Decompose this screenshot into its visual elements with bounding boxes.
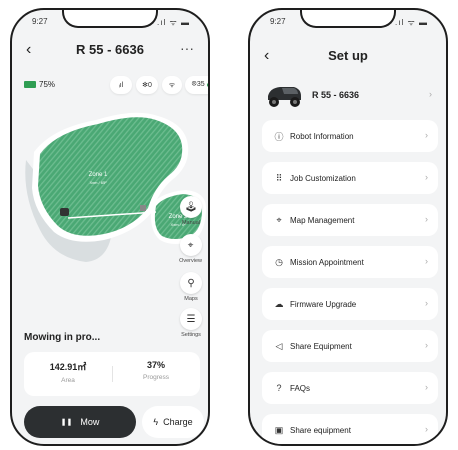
- satellite-icon: ꕕ35: [191, 81, 205, 88]
- wifi-chip[interactable]: ᯤ: [162, 76, 182, 94]
- battery-indicator: 75%: [24, 80, 55, 89]
- bluetooth-icon: ✻0: [142, 82, 152, 89]
- back-icon[interactable]: ‹: [26, 40, 31, 60]
- header: Set up ‹: [264, 46, 432, 68]
- crosshair-icon: ⌖: [179, 234, 202, 256]
- clock-icon: ◷: [275, 256, 283, 267]
- chevron-right-icon: ›: [425, 214, 428, 224]
- page-title: Set up: [328, 48, 368, 63]
- header: R 55 - 6636 ‹ ···: [26, 40, 194, 62]
- menu-label: Robot Information: [290, 131, 354, 141]
- cellular-signal-icon: ᵢıl: [118, 81, 124, 89]
- sliders-icon: ☰: [180, 308, 202, 330]
- chevron-right-icon: ›: [425, 382, 428, 392]
- battery-icon: [24, 81, 36, 88]
- status-time: 9:27: [270, 17, 286, 26]
- image-icon: ▣: [274, 424, 284, 435]
- battery-level: 75%: [39, 80, 56, 89]
- menu-robot-information[interactable]: ⓘ Robot Information ›: [262, 120, 438, 152]
- send-icon: ◁: [275, 340, 283, 351]
- chevron-right-icon: ›: [425, 298, 428, 308]
- status-icons: .ıl ᯤ ▬: [157, 18, 190, 27]
- cloud-upload-icon: ☁: [274, 298, 284, 309]
- setup-screen: 9:27 .ıl ᯤ ▬ Set up ‹ R 55 - 6636 › ⓘ Ro…: [248, 8, 448, 446]
- settings-label: Settings: [181, 332, 201, 338]
- area-stat: 142.91㎡ Area: [24, 360, 112, 384]
- mower-marker-icon: [60, 208, 69, 216]
- menu-label: Share Equipment: [290, 341, 352, 351]
- status-icons: .ıl ᯤ ▬: [395, 18, 428, 27]
- overview-button[interactable]: ⌖ Overview: [179, 234, 202, 264]
- maps-button[interactable]: ⚲ Maps: [180, 272, 202, 302]
- menu-mission-appointment[interactable]: ◷ Mission Appointment ›: [262, 246, 438, 278]
- status-time: 9:27: [32, 17, 48, 26]
- overview-label: Overview: [179, 258, 202, 264]
- rtk-status-dot: [206, 83, 208, 87]
- device-name: R 55 - 6636: [312, 90, 360, 100]
- progress-stat: 37% Progress: [112, 360, 200, 381]
- progress-label: Progress: [142, 374, 169, 381]
- menu-label: Share equipment: [290, 425, 351, 435]
- grid-icon: ⠿: [275, 172, 283, 183]
- mowing-stats-card: 142.91㎡ Area 37% Progress: [24, 352, 200, 396]
- menu-label: FAQs: [290, 383, 311, 393]
- device-status-chips: 75% ᵢıl ✻0 ᯤ ꕕ35: [24, 76, 208, 96]
- chevron-right-icon: ›: [425, 172, 428, 182]
- status-bar: 9:27 .ıl ᯤ ▬: [270, 17, 428, 29]
- back-icon[interactable]: ‹: [264, 46, 269, 66]
- manual-label: Manual: [181, 220, 201, 226]
- charging-dock-icon: [140, 205, 146, 211]
- menu-map-management[interactable]: ⌖ Map Management ›: [262, 204, 438, 236]
- area-label: Area: [61, 377, 75, 384]
- area-value: 142.91㎡: [49, 362, 87, 372]
- menu-label: Job Customization: [290, 173, 356, 183]
- zone-1-area-value: Xxm / 65²: [89, 180, 107, 185]
- menu-firmware-upgrade[interactable]: ☁ Firmware Upgrade ›: [262, 288, 438, 320]
- menu-share-equipment[interactable]: ◁ Share Equipment ›: [262, 330, 438, 362]
- chevron-right-icon: ›: [425, 130, 428, 140]
- zone-1-name: Zone 1: [89, 172, 108, 178]
- lightning-icon: ϟ: [153, 417, 159, 427]
- mow-button-label: Mow: [80, 417, 100, 427]
- chevron-right-icon: ›: [429, 89, 432, 99]
- info-icon: ⓘ: [274, 131, 284, 142]
- more-options-icon[interactable]: ···: [180, 40, 194, 56]
- wifi-icon: ᯤ: [168, 81, 176, 89]
- maps-label: Maps: [184, 296, 198, 302]
- menu-job-customization[interactable]: ⠿ Job Customization ›: [262, 162, 438, 194]
- device-row[interactable]: R 55 - 6636 ›: [264, 80, 432, 116]
- settings-button[interactable]: ☰ Settings: [180, 308, 202, 338]
- location-pin-icon: ⌖: [276, 214, 282, 225]
- pause-icon: ❚❚: [60, 419, 73, 426]
- charge-button[interactable]: ϟ Charge: [142, 406, 204, 438]
- menu-label: Map Management: [290, 215, 355, 225]
- mow-button[interactable]: ❚❚ Mow: [24, 406, 136, 438]
- menu-label: Mission Appointment: [290, 257, 364, 267]
- chevron-right-icon: ›: [425, 424, 428, 434]
- bluetooth-chip[interactable]: ✻0: [136, 76, 158, 94]
- menu-share-equipment-2[interactable]: ▣ Share equipment ›: [262, 414, 438, 444]
- menu-faqs[interactable]: ? FAQs ›: [262, 372, 438, 404]
- map-pin-icon: ⚲: [180, 272, 202, 294]
- cellular-signal-chip[interactable]: ᵢıl: [110, 76, 132, 94]
- status-bar: 9:27 .ıl ᯤ ▬: [32, 17, 190, 29]
- manual-button[interactable]: 🕹 Manual: [180, 196, 202, 226]
- satellite-chip[interactable]: ꕕ35: [185, 76, 208, 94]
- progress-value: 37%: [146, 360, 165, 370]
- menu-label: Firmware Upgrade: [290, 299, 357, 309]
- robot-mower-icon: [268, 87, 301, 107]
- page-title: R 55 - 6636: [76, 42, 144, 57]
- lawn-map[interactable]: Zone 1 Xxm / 65² Zone 2 Xxm / 0²: [12, 100, 208, 310]
- charge-button-label: Charge: [163, 417, 193, 427]
- chevron-right-icon: ›: [425, 340, 428, 350]
- mower-status-screen: 9:27 .ıl ᯤ ▬ R 55 - 6636 ‹ ··· 75% ᵢıl ✻…: [10, 8, 210, 446]
- remote-control-icon: 🕹: [180, 196, 202, 218]
- chevron-right-icon: ›: [425, 256, 428, 266]
- mowing-status-text: Mowing in pro...: [24, 332, 101, 343]
- question-icon: ?: [276, 383, 282, 393]
